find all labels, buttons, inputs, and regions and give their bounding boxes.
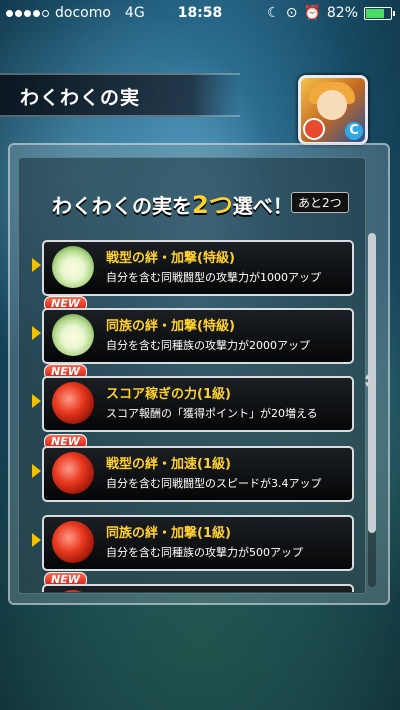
- battery-icon: [364, 6, 395, 20]
- selection-prompt: わくわくの実を2つ選べ！: [52, 185, 293, 220]
- list-scrollbar[interactable]: [368, 233, 376, 587]
- fruit-description: 自分を含む同種族の攻撃力が500アップ: [106, 546, 303, 559]
- fruit-option-row[interactable]: スコア稼ぎの力(1級) スコア報酬の「獲得ポイント」が20増える: [32, 376, 354, 432]
- prompt-text-after: 選べ！: [232, 194, 293, 218]
- fruit-description: 自分を含む同戦闘型のスピードが3.4アップ: [106, 477, 322, 490]
- fruit-name: スコア稼ぎの力(1級): [106, 387, 231, 402]
- alarm-icon: ⏰: [303, 5, 321, 21]
- fruit-option-row[interactable]: 戦型の絆・加撃(特級) 自分を含む同戦闘型の攻撃力が1000アップ: [32, 240, 354, 296]
- select-arrow-icon: [32, 394, 41, 408]
- fruit-description: 自分を含む同戦闘型の攻撃力が1000アップ: [106, 271, 321, 284]
- select-arrow-icon: [32, 464, 41, 478]
- prompt-text-before: わくわくの実を: [52, 194, 192, 218]
- fruit-option-row[interactable]: [42, 584, 354, 592]
- header-banner: わくわくの実: [0, 73, 240, 117]
- fruit-name: 同族の絆・加撃(1級): [106, 526, 231, 541]
- scroll-grip-icon: ▴ ▾: [365, 372, 370, 390]
- red-fruit-icon: [52, 590, 94, 592]
- fire-element-icon: [303, 118, 325, 140]
- fruit-list[interactable]: 戦型の絆・加撃(特級) 自分を含む同戦闘型の攻撃力が1000アップ NEW 同族の絆・…: [30, 232, 365, 592]
- fruit-name: 同族の絆・加撃(特級): [106, 319, 235, 334]
- status-bar: docomo 4G 18:58 ☾ ⊙ ⏰ 82%: [0, 0, 400, 26]
- red-fruit-icon: [52, 521, 94, 563]
- class-badge-icon: C: [345, 122, 363, 140]
- red-fruit-icon: [52, 382, 94, 424]
- select-arrow-icon: [32, 258, 41, 272]
- red-fruit-icon: [52, 452, 94, 494]
- page-title: わくわくの実: [20, 87, 141, 109]
- character-avatar[interactable]: C: [298, 75, 368, 145]
- remaining-count-badge: あと2つ: [291, 192, 349, 213]
- fruit-description: スコア報酬の「獲得ポイント」が20増える: [106, 407, 318, 420]
- battery-percent: 82%: [326, 5, 358, 21]
- fruit-option-row[interactable]: 同族の絆・加撃(特級) 自分を含む同種族の攻撃力が2000アップ: [32, 308, 354, 364]
- lock-rotation-icon: ⊙: [285, 5, 298, 21]
- fruit-name: 戦型の絆・加撃(特級): [106, 251, 235, 266]
- prompt-count: 2つ: [192, 191, 233, 219]
- lotus-fruit-icon: [52, 314, 94, 356]
- fruit-description: 自分を含む同種族の攻撃力が2000アップ: [106, 339, 310, 352]
- select-arrow-icon: [32, 533, 41, 547]
- fruit-option-row[interactable]: 同族の絆・加撃(1級) 自分を含む同種族の攻撃力が500アップ: [32, 515, 354, 571]
- lotus-fruit-icon: [52, 246, 94, 288]
- moon-icon: ☾: [267, 5, 280, 21]
- fruit-option-row[interactable]: 戦型の絆・加速(1級) 自分を含む同戦闘型のスピードが3.4アップ: [32, 446, 354, 502]
- fruit-name: 戦型の絆・加速(1級): [106, 457, 231, 472]
- select-arrow-icon: [32, 326, 41, 340]
